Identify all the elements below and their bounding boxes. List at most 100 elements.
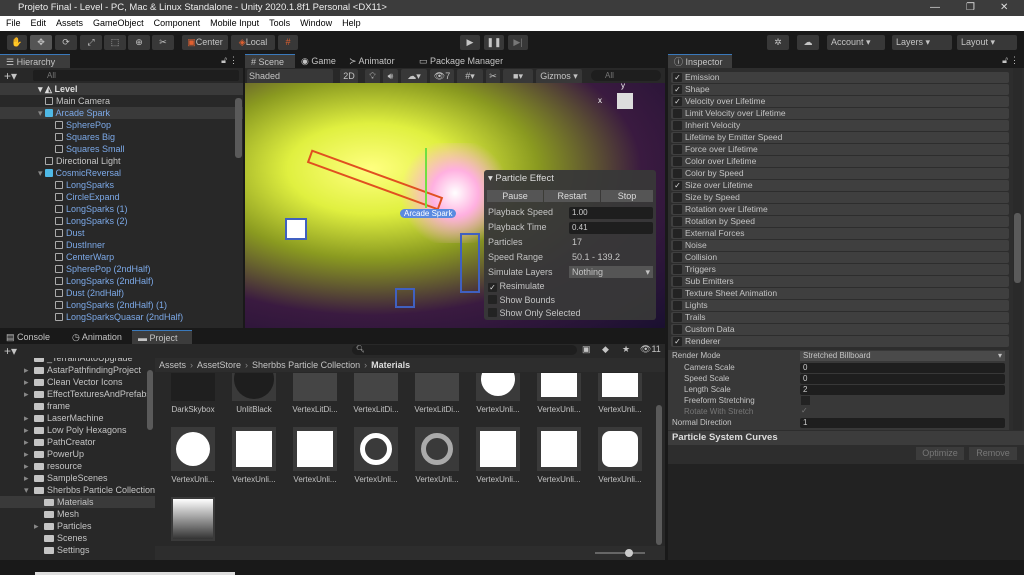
hierarchy-item[interactable]: CircleExpand [0, 191, 243, 203]
tab-game[interactable]: ◉ Game [295, 54, 343, 68]
account-dropdown[interactable]: Account ▾ [827, 35, 885, 50]
module-checkbox[interactable]: ✓ [673, 337, 682, 346]
asset-item[interactable]: VertexUnli... [590, 427, 650, 484]
create-asset-button[interactable]: +▾ [4, 344, 17, 358]
more-icon[interactable]: ⋮ [229, 55, 238, 66]
module-rotation-by-speed[interactable]: Rotation by Speed [671, 216, 1009, 227]
tab-console[interactable]: ▤ Console [0, 330, 66, 344]
hierarchy-item[interactable]: LongSparks (2ndHalf) (1) [0, 299, 243, 311]
folder-item[interactable]: ▸ LaserMachine [0, 412, 155, 424]
stop-effect-button[interactable]: Stop [601, 190, 653, 202]
folder-item[interactable]: ▸ AstarPathfindingProject [0, 364, 155, 376]
scale-tool-icon[interactable]: ⤢ [80, 35, 102, 50]
transform-tool-icon[interactable]: ⊕ [128, 35, 150, 50]
playback-speed-field[interactable]: 1.00 [569, 207, 653, 219]
expand-arrow-icon[interactable]: ▸ [24, 436, 34, 448]
hierarchy-item[interactable]: LongSparks (2) [0, 215, 243, 227]
breadcrumb-item[interactable]: AssetStore [197, 360, 241, 370]
module-checkbox[interactable] [673, 301, 682, 310]
tab-scene[interactable]: # Scene [245, 54, 295, 68]
module-checkbox[interactable] [673, 121, 682, 130]
audio-icon[interactable]: 🔊︎ [383, 69, 398, 84]
hierarchy-item[interactable]: ▾ CosmicReversal [0, 167, 243, 179]
folder-item[interactable]: ▸ Clean Vector Icons [0, 376, 155, 388]
orientation-gizmo[interactable] [617, 93, 633, 109]
expand-arrow-icon[interactable]: ▸ [34, 520, 44, 532]
folder-item[interactable]: ▾ Sherbbs Particle Collection [0, 484, 155, 496]
hierarchy-item[interactable]: CenterWarp [0, 251, 243, 263]
module-collision[interactable]: Collision [671, 252, 1009, 263]
grid-snap-icon[interactable]: # [278, 35, 298, 50]
folder-item[interactable]: ▸ resource [0, 460, 155, 472]
module-external-forces[interactable]: External Forces [671, 228, 1009, 239]
y-axis-handle[interactable] [425, 148, 427, 208]
hierarchy-item[interactable]: Directional Light [0, 155, 243, 167]
close-button[interactable]: ✕ [1000, 0, 1008, 16]
remove-button[interactable]: Remove [969, 447, 1017, 460]
expand-arrow-icon[interactable]: ▸ [24, 460, 34, 472]
folder-item[interactable]: Settings [0, 544, 155, 556]
hierarchy-scrollbar[interactable] [235, 98, 242, 158]
menu-mobile-input[interactable]: Mobile Input [210, 16, 259, 31]
module-emission[interactable]: ✓ Emission [671, 72, 1009, 83]
module-color-over-lifetime[interactable]: Color over Lifetime [671, 156, 1009, 167]
inspector-scrollbar[interactable] [1013, 68, 1022, 430]
speed-scale-field[interactable]: 0 [800, 374, 1005, 384]
module-checkbox[interactable] [673, 229, 682, 238]
breadcrumb-item[interactable]: Assets [159, 360, 186, 370]
asset-item[interactable]: UnlitBlack [224, 373, 284, 414]
menu-component[interactable]: Component [154, 16, 201, 31]
tab-package-manager[interactable]: ▭ Package Manager [413, 54, 513, 68]
menu-assets[interactable]: Assets [56, 16, 83, 31]
hand-tool-icon[interactable]: ✋ [7, 35, 27, 50]
module-checkbox[interactable] [673, 265, 682, 274]
asset-item[interactable]: VertexUnli... [285, 427, 345, 484]
folder-item[interactable]: frame [0, 400, 155, 412]
hierarchy-item[interactable]: SpherePop (2ndHalf) [0, 263, 243, 275]
expand-arrow-icon[interactable]: ▾ [24, 484, 34, 496]
folder-scrollbar[interactable] [147, 370, 153, 430]
module-checkbox[interactable] [673, 313, 682, 322]
hidden-objects-toggle[interactable]: 👁︎7 [430, 69, 454, 84]
thumbnail-size-slider[interactable] [595, 549, 645, 557]
hierarchy-item[interactable]: LongSparksQuasar (2ndHalf) [0, 311, 243, 323]
hierarchy-item[interactable]: Squares Small [0, 143, 243, 155]
module-triggers[interactable]: Triggers [671, 264, 1009, 275]
asset-item[interactable]: VertexUnli... [346, 427, 406, 484]
create-button[interactable]: +▾ [4, 69, 17, 83]
scene-root[interactable]: ▾ ◭ Level [0, 83, 243, 95]
more-icon[interactable]: ⋮ [1010, 55, 1019, 66]
module-size-over-lifetime[interactable]: ✓ Size over Lifetime [671, 180, 1009, 191]
module-renderer[interactable]: ✓ Renderer [671, 336, 1009, 347]
asset-item[interactable]: VertexLitDi... [407, 373, 467, 414]
hierarchy-item[interactable]: Dust [0, 227, 243, 239]
module-checkbox[interactable] [673, 325, 682, 334]
folder-item[interactable]: ▸ SampleScenes [0, 472, 155, 484]
module-lights[interactable]: Lights [671, 300, 1009, 311]
menu-window[interactable]: Window [300, 16, 332, 31]
freeform-stretching-checkbox[interactable] [801, 396, 810, 405]
favorite-icon[interactable]: ★ [622, 344, 630, 355]
move-tool-icon[interactable]: ✥ [30, 35, 52, 50]
asset-item[interactable]: VertexUnli... [163, 427, 223, 484]
folder-item[interactable]: Materials [0, 496, 155, 508]
breadcrumb-item[interactable]: Sherbbs Particle Collection [252, 360, 360, 370]
folder-item[interactable]: ▸ Low Poly Hexagons [0, 424, 155, 436]
folder-item[interactable]: Mesh [0, 508, 155, 520]
module-inherit-velocity[interactable]: Inherit Velocity [671, 120, 1009, 131]
module-force-over-lifetime[interactable]: Force over Lifetime [671, 144, 1009, 155]
menu-tools[interactable]: Tools [269, 16, 290, 31]
collab-icon[interactable]: ✲ [767, 35, 789, 50]
hierarchy-item[interactable]: LongSparks [0, 179, 243, 191]
module-checkbox[interactable]: ✓ [673, 73, 682, 82]
play-button[interactable]: ▶ [460, 35, 480, 50]
hierarchy-item[interactable]: ▾ Arcade Spark [0, 107, 243, 119]
hierarchy-item[interactable]: SpherePop [0, 119, 243, 131]
module-texture-sheet-animation[interactable]: Texture Sheet Animation [671, 288, 1009, 299]
scene-search-input[interactable]: All [591, 70, 661, 81]
expand-arrow-icon[interactable]: ▸ [24, 412, 34, 424]
expand-arrow-icon[interactable]: ▸ [24, 388, 34, 400]
gizmos-dropdown[interactable]: Gizmos ▾ [536, 69, 582, 84]
scene-viewport[interactable]: Arcade Spark x y ▾ Particle Effect Pause… [245, 83, 665, 328]
menu-help[interactable]: Help [342, 16, 361, 31]
